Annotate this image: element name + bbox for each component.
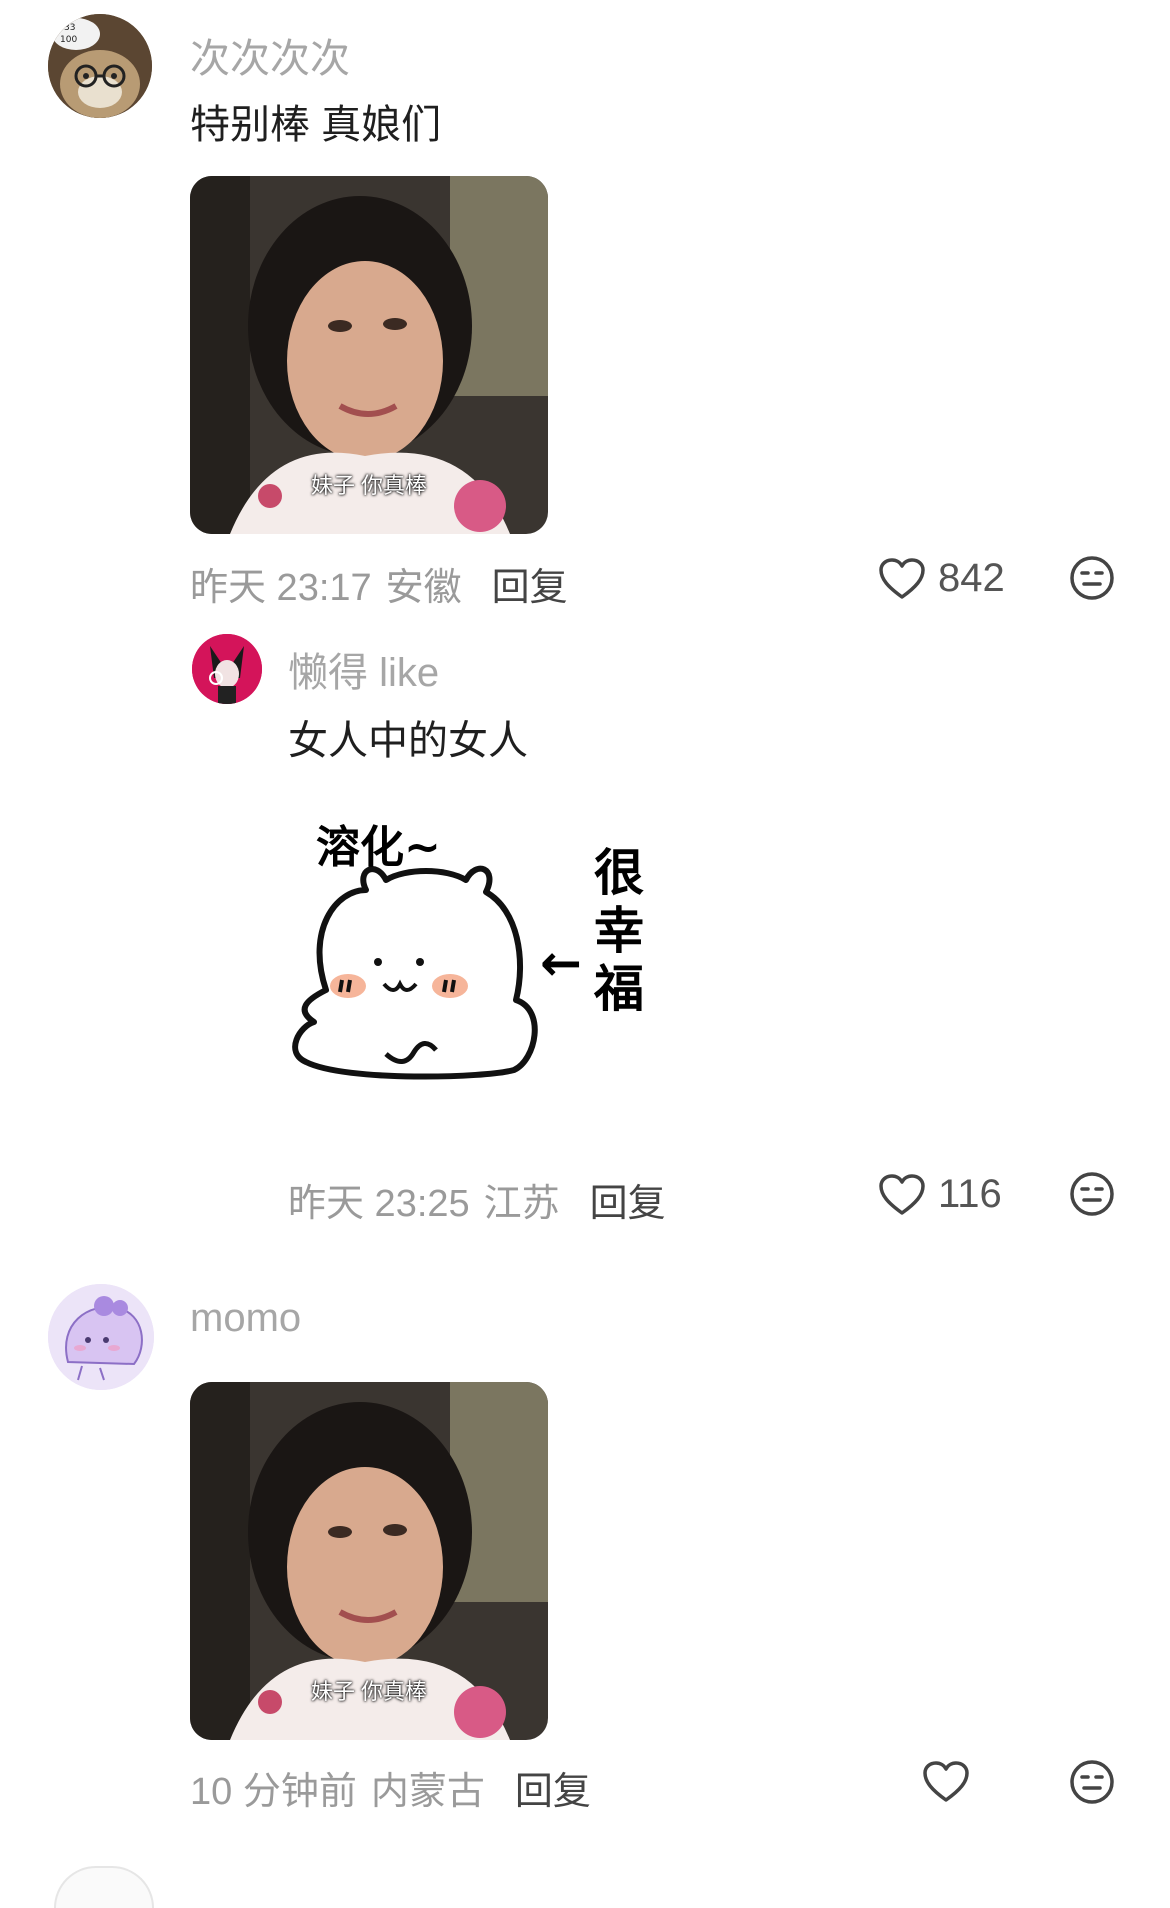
avatar[interactable] <box>192 634 262 704</box>
like-button[interactable]: 842 <box>878 556 1005 601</box>
comment-image[interactable]: 妹子 你真棒 <box>190 176 548 534</box>
dislike-button[interactable] <box>1068 554 1116 607</box>
heart-icon <box>879 557 925 599</box>
comment-meta: 昨天 23:25 江苏 回复 <box>288 1172 666 1227</box>
svg-text:溶化~: 溶化~ <box>316 822 441 873</box>
reply-button[interactable]: 回复 <box>590 1172 666 1227</box>
image-subtitle: 妹子 你真棒 <box>310 473 428 498</box>
timestamp: 10 分钟前 <box>190 1771 357 1813</box>
heart-icon <box>923 1761 969 1802</box>
avatar[interactable]: 33 100 <box>48 14 152 118</box>
dislike-button[interactable] <box>1068 1170 1116 1223</box>
next-comment-avatar-partial <box>54 1866 154 1908</box>
neutral-face-icon <box>1070 1172 1114 1216</box>
svg-text:很: 很 <box>594 844 644 902</box>
location: 江苏 <box>483 1183 560 1225</box>
dislike-button[interactable] <box>1068 1758 1116 1811</box>
username[interactable]: momo <box>190 1296 301 1341</box>
image-subtitle: 妹子 你真棒 <box>310 1679 428 1704</box>
svg-text:100: 100 <box>60 35 77 45</box>
reply-button[interactable]: 回复 <box>492 556 568 611</box>
cat-avatar-image: 33 100 <box>48 14 152 118</box>
comment-meta: 10 分钟前 内蒙古 回复 <box>190 1760 591 1815</box>
username[interactable]: 次次次次 <box>190 26 350 84</box>
svg-text:福: 福 <box>593 960 644 1018</box>
location: 安徽 <box>385 567 462 609</box>
comment-meta: 昨天 23:17 安徽 回复 <box>190 556 568 611</box>
timestamp: 昨天 23:25 <box>288 1183 470 1225</box>
svg-text:←: ← <box>540 934 582 992</box>
like-count: 116 <box>938 1172 1002 1216</box>
comment-text: 女人中的女人 <box>288 719 528 763</box>
avatar[interactable] <box>48 1284 154 1390</box>
neutral-face-icon <box>1070 556 1114 600</box>
like-count: 842 <box>938 556 1005 600</box>
svg-text:幸: 幸 <box>594 902 644 960</box>
anime-avatar-image <box>192 634 262 704</box>
comment-image[interactable]: 妹子 你真棒 <box>190 1382 548 1740</box>
melting-bear-sticker: 溶化~ ← 很 幸 福 <box>292 822 644 1080</box>
reply-button[interactable]: 回复 <box>515 1760 591 1815</box>
like-button[interactable] <box>922 1760 970 1804</box>
heart-icon <box>879 1173 925 1215</box>
username[interactable]: 懒得 like <box>288 640 439 698</box>
timestamp: 昨天 23:17 <box>190 567 372 609</box>
comment-sticker[interactable]: 溶化~ ← 很 幸 福 <box>286 810 656 1140</box>
purple-blob-avatar-image <box>48 1284 154 1390</box>
comment-text: 特别棒 真娘们 <box>190 103 442 147</box>
location: 内蒙古 <box>370 1771 485 1813</box>
svg-text:33: 33 <box>64 23 75 33</box>
like-button[interactable]: 116 <box>878 1172 1002 1217</box>
neutral-face-icon <box>1070 1760 1114 1804</box>
